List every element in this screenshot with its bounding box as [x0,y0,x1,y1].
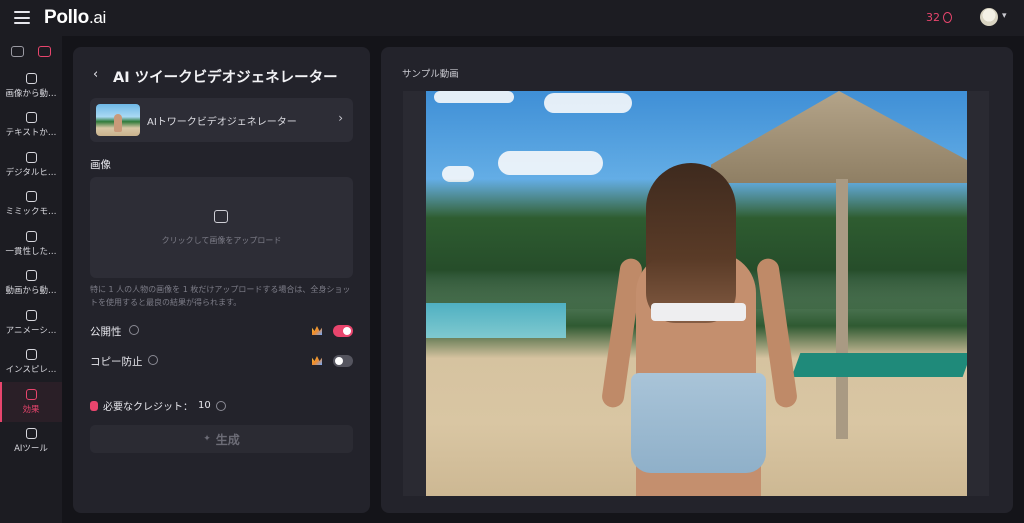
chevron-right-icon: › [338,111,343,125]
copy-protect-toggle[interactable] [333,355,353,367]
sidebar-item-label: デジタルヒ… [5,167,57,178]
umbrella-pole [836,179,848,439]
upload-text: クリックして画像をアップロード [161,236,282,245]
logo[interactable]: Pollo.ai [44,7,106,29]
sidebar-item-label: 画像から動… [5,88,57,99]
top-bar: Pollo.ai 32 ▾ [0,0,1024,36]
logo-suffix: .ai [88,8,107,27]
chevron-down-icon[interactable]: ▾ [1002,11,1007,21]
image-mode-icon[interactable] [11,45,24,57]
sidebar-item-label: AIツール [14,444,48,455]
sidebar-item-2[interactable]: デジタルヒ… [0,145,62,185]
sidebar-item-label: 効果 [22,404,40,415]
cloud [434,91,514,103]
effects-icon [25,388,37,400]
image-upload-icon [214,210,228,223]
hamburger-icon[interactable] [14,11,30,24]
logo-text: Pollo [44,7,89,28]
back-arrow-icon[interactable]: ‹ [93,67,98,82]
info-icon[interactable] [215,400,226,411]
sidebar-item-3[interactable]: ミミックモ… [0,185,62,225]
sidebar-item-label: テキストか… [5,128,57,139]
animation-icon [25,309,37,321]
sample-video-label: サンプル動画 [402,69,459,80]
sidebar-item-5[interactable]: 動画から動… [0,264,62,304]
video-mode-icon[interactable] [38,45,51,57]
public-label: 公開性 [90,326,122,338]
model-thumbnail [96,104,140,136]
sidebar-item-label: 一貫性した… [5,246,57,257]
digital-human-icon [25,151,37,163]
avatar[interactable] [980,8,998,26]
mimic-motion-icon [25,191,37,203]
sidebar-item-6[interactable]: アニメーシ… [0,303,62,343]
coin-icon [943,12,952,23]
sidebar-item-label: 動画から動… [5,286,57,297]
generator-panel: ‹ AI ツイークビデオジェネレーター AIトワークビデオジェネレーター › 画… [73,47,370,513]
model-name: AIトワークビデオジェネレーター [147,117,297,128]
text-to-video-icon [25,112,37,124]
inspiration-icon [25,349,37,361]
sidebar-item-label: ミミックモ… [5,207,57,218]
sparkle-icon: ✦ [203,434,211,444]
copy-protect-row: コピー防止 [90,353,353,369]
copy-protect-label: コピー防止 [90,356,143,368]
cloud [498,151,603,175]
image-upload-area[interactable]: クリックして画像をアップロード [90,177,353,278]
credits-count: 32 [926,11,940,24]
sidebar-item-label: インスピレ… [5,365,57,376]
video-frame [403,91,989,496]
sidebar-item-8[interactable]: 効果 [0,382,62,422]
credits-label: 必要なクレジット： [103,402,193,413]
generate-button[interactable]: ✦ 生成 [90,425,353,453]
info-icon[interactable] [148,355,158,365]
premium-crown-icon [312,326,322,335]
sidebar-item-9[interactable]: AIツール [0,422,62,462]
credit-coin-icon [90,400,98,411]
sidebar-item-0[interactable]: 画像から動… [0,66,62,106]
dancer [600,163,799,496]
video-to-video-icon [25,270,37,282]
sample-panel: サンプル動画 [381,47,1013,513]
model-selector[interactable]: AIトワークビデオジェネレーター › [90,98,353,142]
image-label: 画像 [90,159,111,171]
sidebar-item-1[interactable]: テキストか… [0,106,62,146]
sidebar-mode-switch [0,36,62,66]
credits-badge[interactable]: 32 [926,11,952,24]
sidebar-item-4[interactable]: 一貫性した… [0,224,62,264]
consistent-video-icon [25,230,37,242]
upload-hint: 特に 1 人の人物の画像を 1 枚だけアップロードする場合は、全身ショットを使用… [90,285,351,307]
beach-chair [791,353,967,377]
sample-video[interactable] [426,91,967,496]
info-icon[interactable] [129,325,139,335]
sidebar-item-label: アニメーシ… [5,325,57,336]
required-credits: 必要なクレジット： 10 [90,398,226,413]
page-title: AI ツイークビデオジェネレーター [113,70,338,86]
image-to-video-icon [25,72,37,84]
sea [426,303,566,338]
ai-tools-icon [25,428,37,440]
generate-label: 生成 [215,432,240,447]
credits-value: 10 [198,400,211,411]
cloud [544,93,632,113]
premium-crown-icon [312,356,322,365]
sidebar-item-7[interactable]: インスピレ… [0,343,62,383]
sidebar: 画像から動… テキストか… デジタルヒ… ミミックモ… 一貫性した… 動画から動… アニメー… [0,36,62,523]
public-toggle[interactable] [333,325,353,337]
public-row: 公開性 [90,323,353,339]
